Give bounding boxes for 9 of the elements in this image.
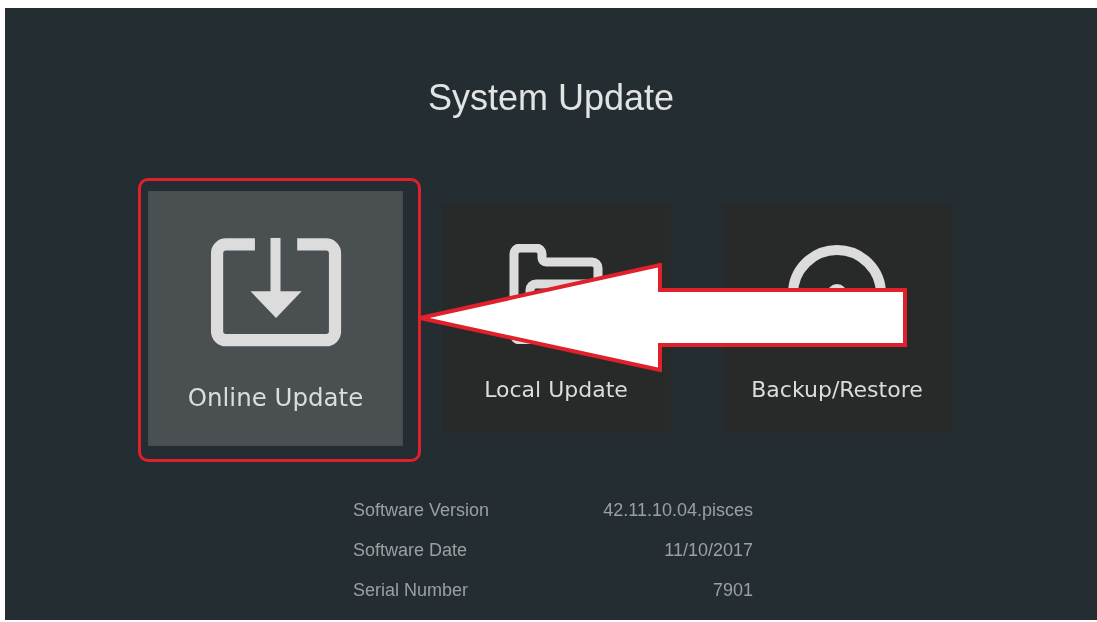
update-option-tile[interactable]: Online Update xyxy=(147,191,403,446)
info-label: Serial Number xyxy=(353,579,470,602)
info-label: Software Date xyxy=(353,539,469,562)
info-value: 42.11.10.04.pisces xyxy=(602,499,753,522)
download-icon xyxy=(209,237,341,347)
info-label: Software Version xyxy=(353,499,491,522)
info-value: 11/10/2017 xyxy=(663,539,753,562)
screen-title: System Update xyxy=(427,76,675,120)
info-value: 7901 xyxy=(711,579,753,602)
